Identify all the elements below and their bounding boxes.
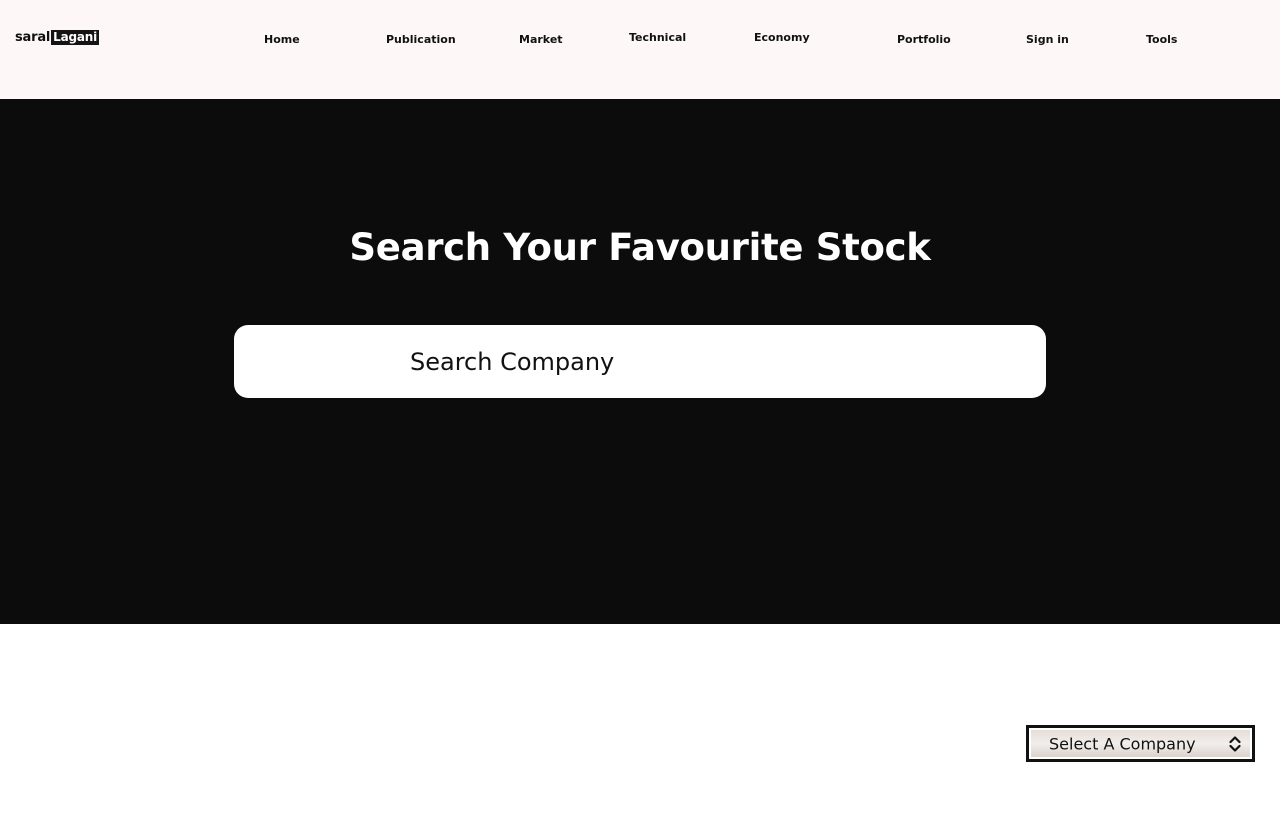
hero-title: Search Your Favourite Stock — [349, 226, 931, 269]
logo-text-lagani: Lagani — [51, 29, 100, 45]
nav-link-home[interactable]: Home — [264, 33, 300, 46]
logo-text-saral: saral — [15, 29, 51, 45]
company-search-input[interactable] — [234, 325, 1046, 398]
site-logo[interactable]: saral Lagani — [15, 29, 100, 45]
company-select-value: Select A Company — [1049, 734, 1196, 753]
nav-link-tools[interactable]: Tools — [1146, 33, 1177, 46]
nav-link-publication[interactable]: Publication — [386, 33, 456, 46]
nav-link-economy[interactable]: Economy — [754, 31, 810, 44]
nav-link-sign-in[interactable]: Sign in — [1026, 33, 1069, 46]
company-select[interactable]: Select A Company — [1026, 725, 1255, 762]
nav-link-portfolio[interactable]: Portfolio — [897, 33, 951, 46]
top-navigation-bar: saral Lagani Home Publication Market Tec… — [0, 0, 1280, 99]
hero-section: Search Your Favourite Stock — [0, 99, 1280, 624]
chevron-up-down-icon — [1228, 730, 1242, 757]
nav-link-market[interactable]: Market — [519, 33, 563, 46]
nav-link-technical[interactable]: Technical — [629, 31, 686, 44]
company-select-field[interactable]: Select A Company — [1031, 730, 1250, 757]
